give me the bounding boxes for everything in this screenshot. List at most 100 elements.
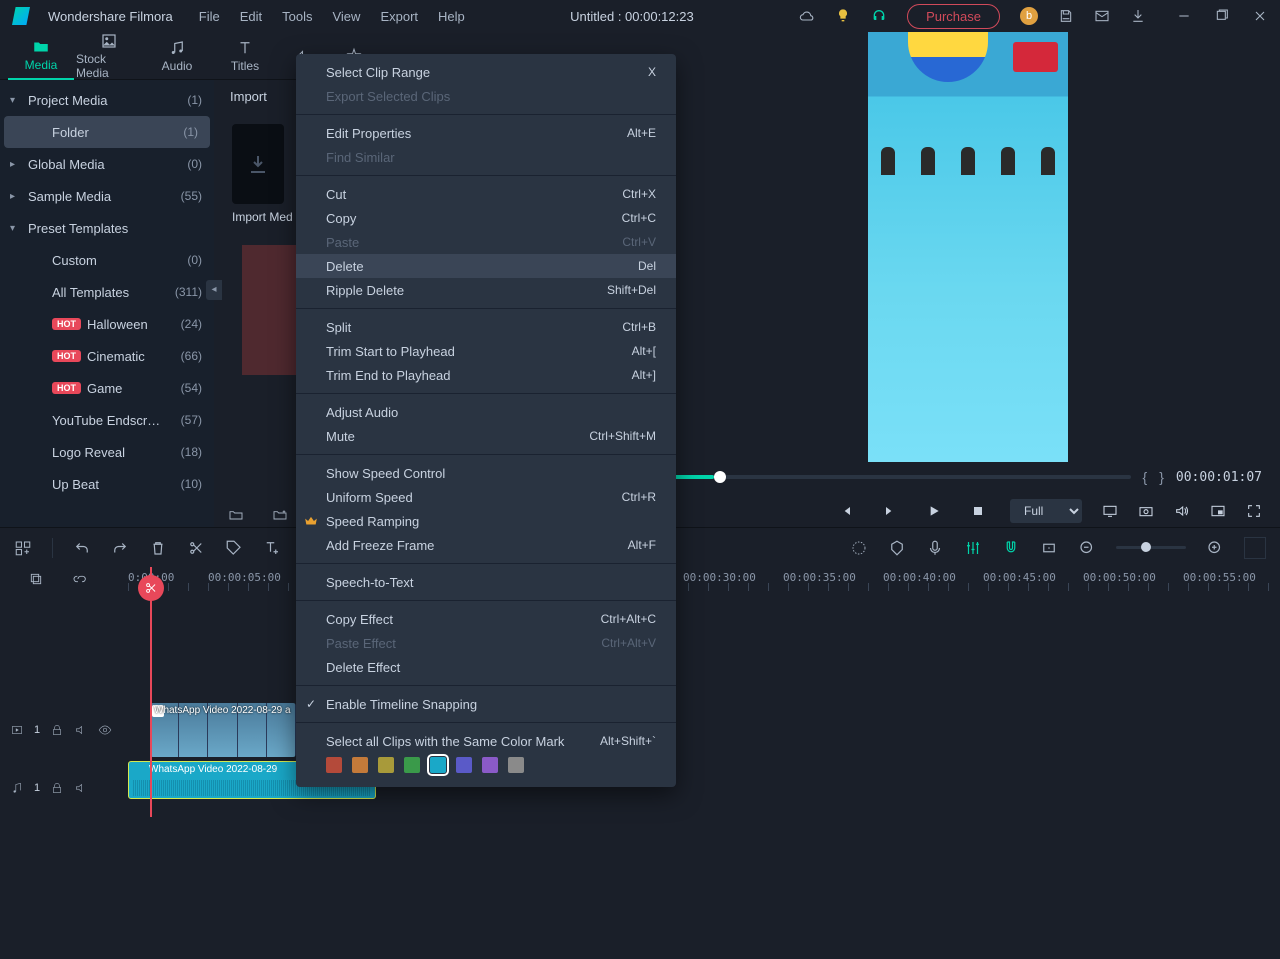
audio-track-header[interactable]: 1	[0, 759, 128, 817]
ctx-menu-item[interactable]: ✓Enable Timeline Snapping	[296, 692, 676, 716]
menu-edit[interactable]: Edit	[240, 9, 262, 24]
color-swatch[interactable]	[456, 757, 472, 773]
zoom-slider[interactable]	[1116, 546, 1186, 549]
import-thumbnail[interactable]	[232, 124, 284, 204]
ctx-menu-item[interactable]: Adjust Audio	[296, 400, 676, 424]
crop-icon[interactable]	[1040, 539, 1058, 557]
new-folder-icon[interactable]	[272, 507, 288, 523]
tab-audio[interactable]: Audio	[144, 32, 210, 80]
marker-icon[interactable]	[888, 539, 906, 557]
menu-help[interactable]: Help	[438, 9, 465, 24]
menu-file[interactable]: File	[199, 9, 220, 24]
purchase-button[interactable]: Purchase	[907, 4, 1000, 29]
copy-track-icon[interactable]	[28, 571, 44, 587]
link-icon[interactable]	[72, 571, 88, 587]
mark-in-icon[interactable]: {	[1143, 469, 1148, 485]
next-frame-icon[interactable]	[882, 503, 898, 519]
sidebar-item[interactable]: ▸Sample Media(55)	[0, 180, 214, 212]
sidebar-item[interactable]: Logo Reveal(18)	[0, 436, 214, 468]
mark-out-icon[interactable]: }	[1159, 469, 1164, 485]
video-clip[interactable]: WhatsApp Video 2022-08-29 a	[150, 703, 296, 757]
playhead[interactable]	[150, 567, 152, 817]
sidebar-item[interactable]: YouTube Endscr…(57)	[0, 404, 214, 436]
ctx-menu-item[interactable]: Select all Clips with the Same Color Mar…	[296, 729, 676, 753]
mic-icon[interactable]	[926, 539, 944, 557]
import-dropdown[interactable]: Import	[230, 89, 267, 104]
ctx-menu-item[interactable]: Copy EffectCtrl+Alt+C	[296, 607, 676, 631]
sidebar-item[interactable]: ▾Project Media(1)	[0, 84, 214, 116]
ctx-menu-item[interactable]: Trim Start to PlayheadAlt+[	[296, 339, 676, 363]
ctx-menu-item[interactable]: Speech-to-Text	[296, 570, 676, 594]
mail-icon[interactable]	[1094, 8, 1110, 24]
lock-icon[interactable]	[50, 781, 64, 795]
preview-viewport[interactable]	[655, 32, 1280, 462]
text-add-icon[interactable]	[263, 539, 281, 557]
quality-select[interactable]: Full	[1010, 499, 1082, 523]
ctx-menu-item[interactable]: MuteCtrl+Shift+M	[296, 424, 676, 448]
ctx-menu-item[interactable]: Trim End to PlayheadAlt+]	[296, 363, 676, 387]
ctx-menu-item[interactable]: Show Speed Control	[296, 461, 676, 485]
zoom-in-icon[interactable]	[1206, 539, 1224, 557]
fullscreen-icon[interactable]	[1246, 503, 1262, 519]
delete-icon[interactable]	[149, 539, 167, 557]
eye-icon[interactable]	[98, 723, 112, 737]
sidebar-item[interactable]: HOTCinematic(66)	[0, 340, 214, 372]
menu-export[interactable]: Export	[380, 9, 418, 24]
render-icon[interactable]	[850, 539, 868, 557]
ctx-menu-item[interactable]: Ripple DeleteShift+Del	[296, 278, 676, 302]
mute-icon[interactable]	[74, 781, 88, 795]
color-swatch[interactable]	[482, 757, 498, 773]
tag-icon[interactable]	[225, 539, 243, 557]
headset-icon[interactable]	[871, 8, 887, 24]
save-icon[interactable]	[1058, 8, 1074, 24]
ctx-menu-item[interactable]: CutCtrl+X	[296, 182, 676, 206]
folder-open-icon[interactable]	[228, 507, 244, 523]
video-track-header[interactable]: 1	[0, 701, 128, 759]
stop-icon[interactable]	[970, 503, 986, 519]
sidebar-item[interactable]: Up Beat(10)	[0, 468, 214, 500]
display-icon[interactable]	[1102, 503, 1118, 519]
camera-icon[interactable]	[1138, 503, 1154, 519]
color-swatch[interactable]	[378, 757, 394, 773]
sidebar-item[interactable]: All Templates(311)	[0, 276, 214, 308]
volume-icon[interactable]	[1174, 503, 1190, 519]
splitter-handle[interactable]	[206, 280, 222, 300]
color-swatch[interactable]	[430, 757, 446, 773]
audio-mixer-icon[interactable]	[964, 539, 982, 557]
minimize-icon[interactable]	[1176, 8, 1192, 24]
ctx-menu-item[interactable]: Select Clip RangeX	[296, 60, 676, 84]
lightbulb-icon[interactable]	[835, 8, 851, 24]
preview-scrubber[interactable]	[673, 475, 1131, 479]
play-icon[interactable]	[926, 503, 942, 519]
maximize-icon[interactable]	[1214, 8, 1230, 24]
sidebar-item[interactable]: Folder(1)	[4, 116, 210, 148]
cloud-icon[interactable]	[799, 8, 815, 24]
redo-icon[interactable]	[111, 539, 129, 557]
magnet-icon[interactable]	[1002, 539, 1020, 557]
menu-view[interactable]: View	[332, 9, 360, 24]
user-avatar[interactable]: b	[1020, 7, 1038, 25]
sidebar-item[interactable]: HOTGame(54)	[0, 372, 214, 404]
undo-icon[interactable]	[73, 539, 91, 557]
add-track-icon[interactable]	[14, 539, 32, 557]
lock-icon[interactable]	[50, 723, 64, 737]
tab-media[interactable]: Media	[8, 32, 74, 80]
sidebar-item[interactable]: Custom(0)	[0, 244, 214, 276]
tab-titles[interactable]: Titles	[212, 32, 278, 80]
pip-icon[interactable]	[1210, 503, 1226, 519]
menu-tools[interactable]: Tools	[282, 9, 312, 24]
ctx-menu-item[interactable]: Edit PropertiesAlt+E	[296, 121, 676, 145]
ctx-menu-item[interactable]: CopyCtrl+C	[296, 206, 676, 230]
color-swatch[interactable]	[326, 757, 342, 773]
color-swatch[interactable]	[508, 757, 524, 773]
ctx-menu-item[interactable]: Delete Effect	[296, 655, 676, 679]
mute-icon[interactable]	[74, 723, 88, 737]
ctx-menu-item[interactable]: Uniform SpeedCtrl+R	[296, 485, 676, 509]
split-icon[interactable]	[187, 539, 205, 557]
color-swatch[interactable]	[404, 757, 420, 773]
sidebar-item[interactable]: HOTHalloween(24)	[0, 308, 214, 340]
prev-frame-icon[interactable]	[838, 503, 854, 519]
ctx-menu-item[interactable]: DeleteDel	[296, 254, 676, 278]
sidebar-item[interactable]: ▾Preset Templates	[0, 212, 214, 244]
ctx-menu-item[interactable]: SplitCtrl+B	[296, 315, 676, 339]
